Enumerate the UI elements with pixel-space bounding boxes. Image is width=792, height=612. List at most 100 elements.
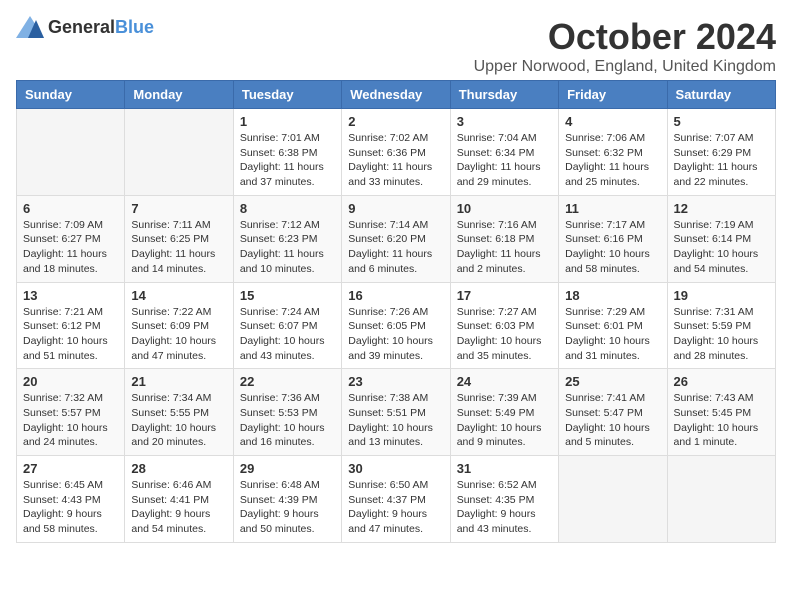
calendar-day-cell: 4Sunrise: 7:06 AM Sunset: 6:32 PM Daylig… [559,109,667,196]
day-number: 13 [23,288,118,303]
day-number: 17 [457,288,552,303]
calendar-day-cell: 1 Sunrise: 7:01 AM Sunset: 6:38 PM Daylig… [233,109,341,196]
calendar-day-cell: 3 Sunrise: 7:04 AM Sunset: 6:34 PM Daylig… [450,109,558,196]
logo-blue: Blue [115,17,154,37]
calendar-day-cell: 26 Sunrise: 7:43 AM Sunset: 5:45 PM Dayli… [667,369,775,456]
day-info: Sunrise: 7:09 AM Sunset: 6:27 PM Dayligh… [23,218,118,277]
day-number: 31 [457,461,552,476]
day-number: 10 [457,201,552,216]
day-info: Sunrise: 7:31 AM Sunset: 5:59 PM Dayligh… [674,305,769,364]
calendar-day-cell: 11 Sunrise: 7:17 AM Sunset: 6:16 PM Dayli… [559,195,667,282]
page-header: GeneralBlue October 2024 Upper Norwood, … [16,16,776,76]
day-info: Sunrise: 7:38 AM Sunset: 5:51 PM Dayligh… [348,391,443,450]
calendar-day-cell: 6 Sunrise: 7:09 AM Sunset: 6:27 PM Daylig… [17,195,125,282]
day-number: 9 [348,201,443,216]
day-number: 30 [348,461,443,476]
day-info: Sunrise: 7:07 AM Sunset: 6:29 PM Dayligh… [674,131,769,190]
weekday-header: Monday [125,81,233,109]
calendar-day-cell: 31 Sunrise: 6:52 AM Sunset: 4:35 PM Dayli… [450,456,558,543]
day-number: 14 [131,288,226,303]
day-info: Sunrise: 7:34 AM Sunset: 5:55 PM Dayligh… [131,391,226,450]
day-info: Sunrise: 7:11 AM Sunset: 6:25 PM Dayligh… [131,218,226,277]
logo-icon [16,16,44,38]
weekday-header: Saturday [667,81,775,109]
calendar-day-cell: 24 Sunrise: 7:39 AM Sunset: 5:49 PM Dayli… [450,369,558,456]
calendar-day-cell: 29 Sunrise: 6:48 AM Sunset: 4:39 PM Dayli… [233,456,341,543]
day-info: Sunrise: 7:21 AM Sunset: 6:12 PM Dayligh… [23,305,118,364]
day-number: 23 [348,374,443,389]
day-info: Sunrise: 7:39 AM Sunset: 5:49 PM Dayligh… [457,391,552,450]
calendar-day-cell: 15 Sunrise: 7:24 AM Sunset: 6:07 PM Dayli… [233,282,341,369]
calendar-day-cell: 30 Sunrise: 6:50 AM Sunset: 4:37 PM Dayli… [342,456,450,543]
day-info: Sunrise: 7:26 AM Sunset: 6:05 PM Dayligh… [348,305,443,364]
calendar-day-cell: 28 Sunrise: 6:46 AM Sunset: 4:41 PM Dayli… [125,456,233,543]
title-block: October 2024 Upper Norwood, England, Uni… [474,16,776,76]
day-number: 8 [240,201,335,216]
day-number: 26 [674,374,769,389]
day-info: Sunrise: 7:14 AM Sunset: 6:20 PM Dayligh… [348,218,443,277]
day-number: 27 [23,461,118,476]
day-number: 6 [23,201,118,216]
day-info: Sunrise: 7:19 AM Sunset: 6:14 PM Dayligh… [674,218,769,277]
month-title: October 2024 [474,16,776,58]
calendar-day-cell: 13 Sunrise: 7:21 AM Sunset: 6:12 PM Dayli… [17,282,125,369]
calendar-day-cell: 19Sunrise: 7:31 AM Sunset: 5:59 PM Dayli… [667,282,775,369]
day-number: 29 [240,461,335,476]
day-info: Sunrise: 7:41 AM Sunset: 5:47 PM Dayligh… [565,391,660,450]
calendar-day-cell [17,109,125,196]
day-number: 21 [131,374,226,389]
day-number: 20 [23,374,118,389]
day-number: 24 [457,374,552,389]
weekday-header: Friday [559,81,667,109]
day-number: 1 [240,114,335,129]
calendar-day-cell: 9 Sunrise: 7:14 AM Sunset: 6:20 PM Daylig… [342,195,450,282]
day-info: Sunrise: 6:50 AM Sunset: 4:37 PM Dayligh… [348,478,443,537]
calendar-day-cell: 22Sunrise: 7:36 AM Sunset: 5:53 PM Dayli… [233,369,341,456]
day-info: Sunrise: 6:46 AM Sunset: 4:41 PM Dayligh… [131,478,226,537]
day-number: 15 [240,288,335,303]
day-number: 18 [565,288,660,303]
day-info: Sunrise: 7:16 AM Sunset: 6:18 PM Dayligh… [457,218,552,277]
location-title: Upper Norwood, England, United Kingdom [474,58,776,76]
day-number: 5 [674,114,769,129]
calendar-day-cell: 12 Sunrise: 7:19 AM Sunset: 6:14 PM Dayli… [667,195,775,282]
calendar-week-row: 1 Sunrise: 7:01 AM Sunset: 6:38 PM Daylig… [17,109,776,196]
calendar-day-cell: 23 Sunrise: 7:38 AM Sunset: 5:51 PM Dayli… [342,369,450,456]
day-info: Sunrise: 6:45 AM Sunset: 4:43 PM Dayligh… [23,478,118,537]
day-info: Sunrise: 7:02 AM Sunset: 6:36 PM Dayligh… [348,131,443,190]
day-number: 12 [674,201,769,216]
weekday-header: Wednesday [342,81,450,109]
calendar-day-cell [667,456,775,543]
day-number: 3 [457,114,552,129]
calendar-day-cell: 21 Sunrise: 7:34 AM Sunset: 5:55 PM Dayli… [125,369,233,456]
day-info: Sunrise: 7:01 AM Sunset: 6:38 PM Dayligh… [240,131,335,190]
calendar-day-cell: 17 Sunrise: 7:27 AM Sunset: 6:03 PM Dayli… [450,282,558,369]
day-number: 7 [131,201,226,216]
day-number: 25 [565,374,660,389]
day-number: 4 [565,114,660,129]
day-info: Sunrise: 6:52 AM Sunset: 4:35 PM Dayligh… [457,478,552,537]
calendar-day-cell: 25 Sunrise: 7:41 AM Sunset: 5:47 PM Dayli… [559,369,667,456]
calendar-day-cell: 14Sunrise: 7:22 AM Sunset: 6:09 PM Dayli… [125,282,233,369]
logo-text: GeneralBlue [48,17,154,38]
weekday-header: Sunday [17,81,125,109]
weekday-header: Tuesday [233,81,341,109]
day-info: Sunrise: 7:29 AM Sunset: 6:01 PM Dayligh… [565,305,660,364]
day-number: 28 [131,461,226,476]
weekday-header-row: SundayMondayTuesdayWednesdayThursdayFrid… [17,81,776,109]
calendar-day-cell: 5 Sunrise: 7:07 AM Sunset: 6:29 PM Daylig… [667,109,775,196]
calendar-day-cell: 7 Sunrise: 7:11 AM Sunset: 6:25 PM Daylig… [125,195,233,282]
day-number: 11 [565,201,660,216]
calendar-day-cell: 27 Sunrise: 6:45 AM Sunset: 4:43 PM Dayli… [17,456,125,543]
calendar-day-cell [125,109,233,196]
calendar-week-row: 20Sunrise: 7:32 AM Sunset: 5:57 PM Dayli… [17,369,776,456]
day-info: Sunrise: 7:43 AM Sunset: 5:45 PM Dayligh… [674,391,769,450]
day-info: Sunrise: 7:36 AM Sunset: 5:53 PM Dayligh… [240,391,335,450]
day-info: Sunrise: 7:27 AM Sunset: 6:03 PM Dayligh… [457,305,552,364]
calendar-week-row: 13 Sunrise: 7:21 AM Sunset: 6:12 PM Dayli… [17,282,776,369]
day-info: Sunrise: 7:24 AM Sunset: 6:07 PM Dayligh… [240,305,335,364]
day-info: Sunrise: 6:48 AM Sunset: 4:39 PM Dayligh… [240,478,335,537]
day-info: Sunrise: 7:04 AM Sunset: 6:34 PM Dayligh… [457,131,552,190]
calendar-day-cell: 2Sunrise: 7:02 AM Sunset: 6:36 PM Daylig… [342,109,450,196]
day-info: Sunrise: 7:17 AM Sunset: 6:16 PM Dayligh… [565,218,660,277]
